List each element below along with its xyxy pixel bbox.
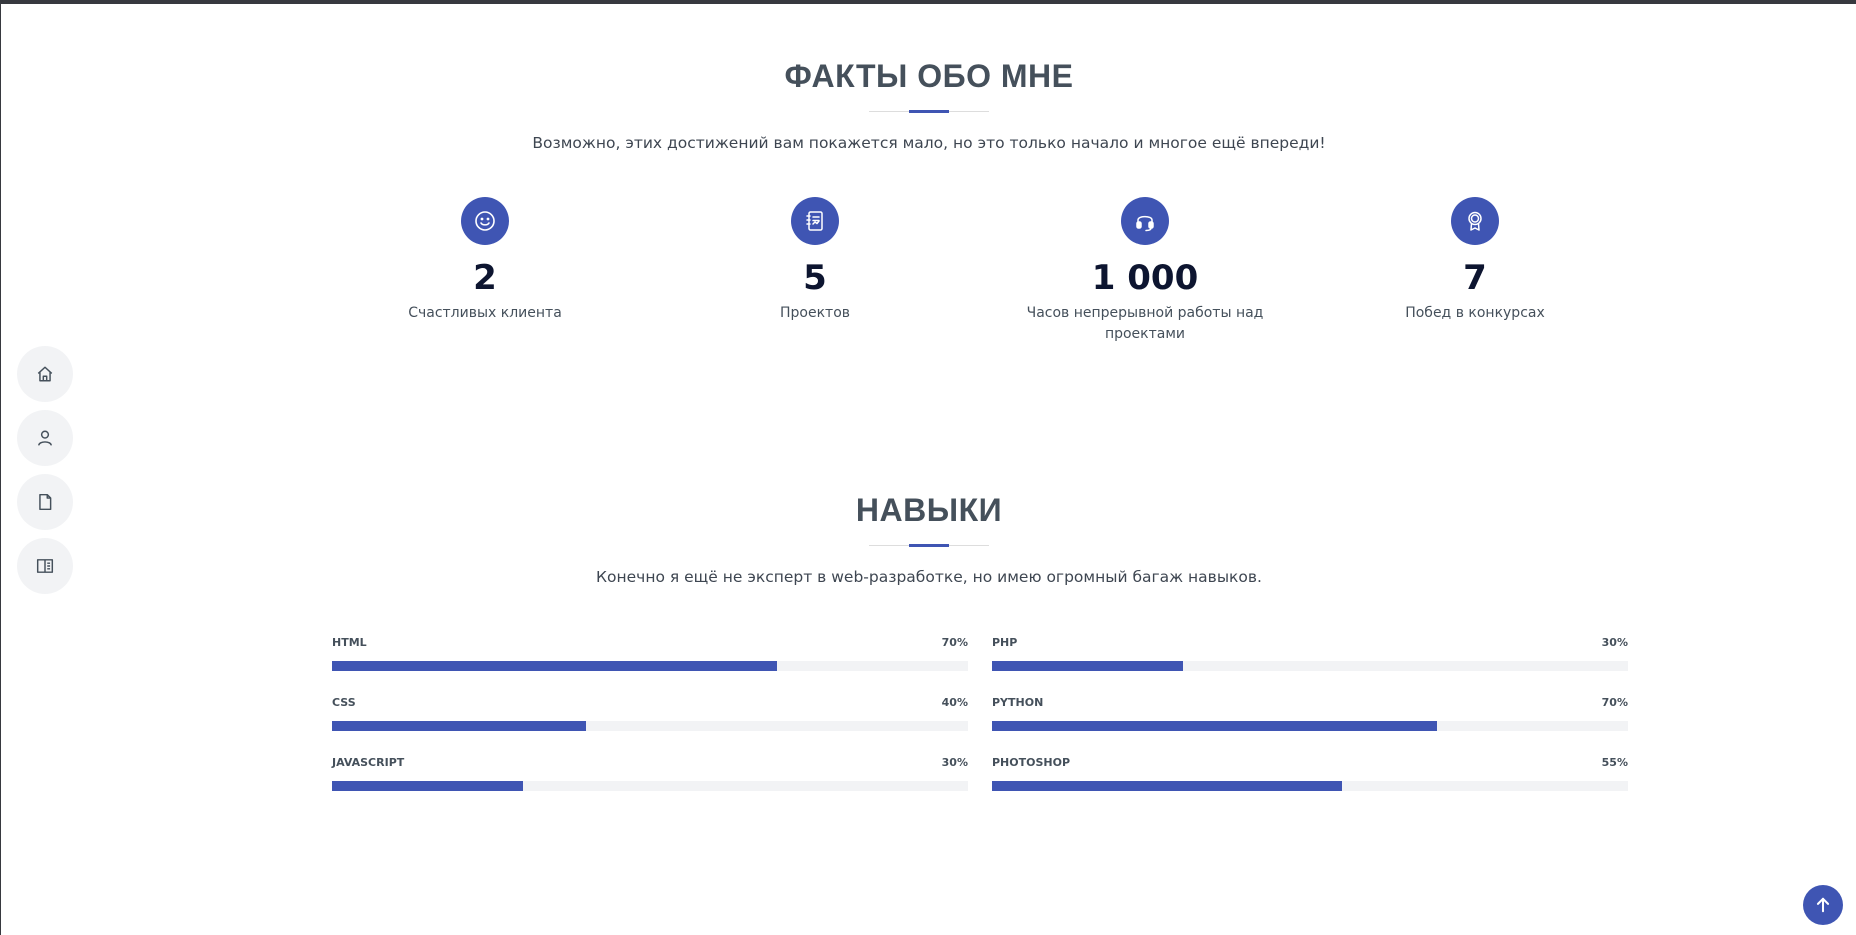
title-underline xyxy=(869,544,989,547)
user-icon xyxy=(38,430,52,446)
skill-progress-track xyxy=(332,661,968,671)
fact-item: 5 Проектов xyxy=(695,197,935,324)
award-icon xyxy=(1468,211,1482,231)
skill-item: CSS 40% xyxy=(332,696,968,756)
skill-progress-track xyxy=(992,781,1628,791)
skill-progress-track xyxy=(332,781,968,791)
skill-progress-fill xyxy=(332,781,523,791)
facts-title: ФАКТЫ ОБО МНЕ xyxy=(784,58,1074,94)
skill-progress-fill xyxy=(992,721,1438,731)
facts-subtitle: Возможно, этих достижений вам покажется … xyxy=(532,134,1326,152)
skills-grid: HTML 70% PHP 30% CSS 40% PYTHON 70% JAVA… xyxy=(332,636,1628,816)
skill-progress-fill xyxy=(332,721,587,731)
skill-progress-fill xyxy=(332,661,778,671)
skill-percent: 30% xyxy=(1601,636,1628,649)
nav-about-button[interactable] xyxy=(17,410,73,466)
smile-icon xyxy=(475,211,495,231)
fact-label: Проектов xyxy=(779,305,851,321)
skill-progress-track xyxy=(992,721,1628,731)
fact-number: 2 xyxy=(473,258,497,298)
nav-home-button[interactable] xyxy=(17,346,73,402)
skill-percent: 55% xyxy=(1601,756,1628,769)
fact-item: 7 Побед в конкурсах xyxy=(1355,197,1595,324)
skill-name: PYTHON xyxy=(992,696,1044,709)
skill-name: JAVASCRIPT xyxy=(332,756,405,769)
fact-number: 7 xyxy=(1463,258,1487,298)
fact-item: 1 000 Часов непрерывной работы над проек… xyxy=(1025,197,1265,345)
skill-name: PHOTOSHOP xyxy=(992,756,1071,769)
facts-section: ФАКТЫ ОБО МНЕ Возможно, этих достижений … xyxy=(1,58,1856,152)
skill-item: PHOTOSHOP 55% xyxy=(992,756,1628,816)
back-to-top-button[interactable] xyxy=(1803,885,1843,925)
fact-icon-circle xyxy=(461,197,509,245)
fact-label: Счастливых клиента xyxy=(408,305,562,321)
skill-progress-track xyxy=(332,721,968,731)
journal-icon xyxy=(806,211,823,231)
skills-subtitle: Конечно я ещё не эксперт в web-разработк… xyxy=(596,568,1262,586)
arrow-up-icon xyxy=(1816,897,1830,913)
fact-label: Часов непрерывной работы над проектами xyxy=(1026,305,1264,342)
skill-item: PYTHON 70% xyxy=(992,696,1628,756)
skill-progress-track xyxy=(992,661,1628,671)
home-icon xyxy=(37,366,53,382)
skill-percent: 30% xyxy=(941,756,968,769)
skill-progress-fill xyxy=(992,661,1183,671)
skill-name: HTML xyxy=(332,636,367,649)
skill-percent: 70% xyxy=(1601,696,1628,709)
fact-number: 5 xyxy=(803,258,827,298)
title-underline xyxy=(869,110,989,113)
page: ФАКТЫ ОБО МНЕ Возможно, этих достижений … xyxy=(0,0,1856,935)
fact-number: 1 000 xyxy=(1091,258,1199,298)
facts-row: 2 Счастливых клиента 5 Проектов 1 000 Ча… xyxy=(1,197,1856,347)
skill-progress-fill xyxy=(992,781,1342,791)
headset-icon xyxy=(1136,215,1154,232)
fact-label: Побед в конкурсах xyxy=(1405,305,1545,321)
skill-item: PHP 30% xyxy=(992,636,1628,696)
fact-icon-circle xyxy=(791,197,839,245)
fact-icon-circle xyxy=(1121,197,1169,245)
skill-percent: 40% xyxy=(941,696,968,709)
fact-icon-circle xyxy=(1451,197,1499,245)
skills-title: НАВЫКИ xyxy=(855,492,1003,528)
skill-name: CSS xyxy=(332,696,356,709)
skill-item: HTML 70% xyxy=(332,636,968,696)
skill-item: JAVASCRIPT 30% xyxy=(332,756,968,816)
skills-section: НАВЫКИ Конечно я ещё не эксперт в web-ра… xyxy=(1,492,1856,586)
fact-item: 2 Счастливых клиента xyxy=(365,197,605,324)
skill-percent: 70% xyxy=(941,636,968,649)
skill-name: PHP xyxy=(992,636,1018,649)
